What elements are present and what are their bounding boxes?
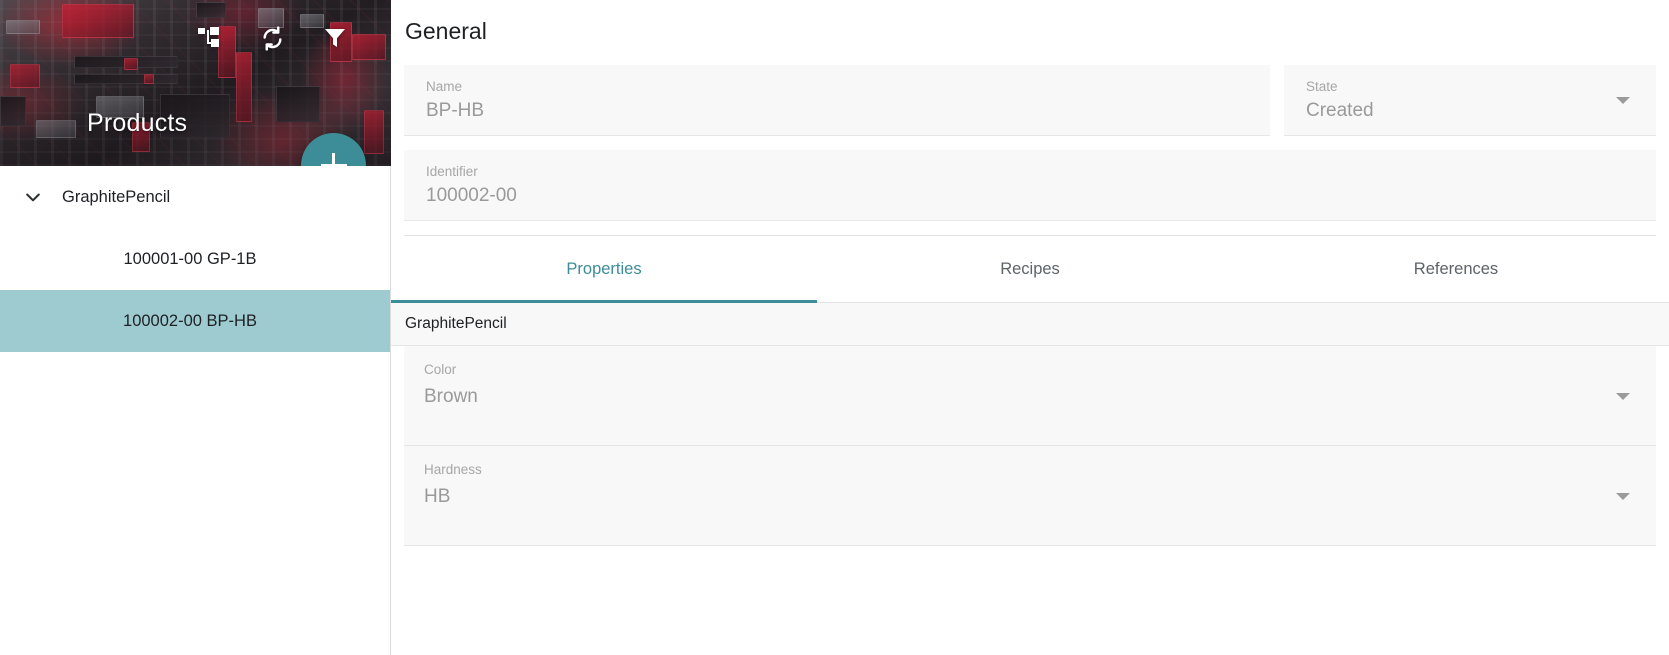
tab-recipes[interactable]: Recipes [817,236,1243,302]
tab-properties[interactable]: Properties [391,236,817,303]
detail-tabs: Properties Recipes References [391,236,1669,303]
hierarchy-icon[interactable] [196,25,222,51]
form-row-name-state: Name BP-HB State Created [404,65,1656,136]
general-form: Name BP-HB State Created Identifier 1000… [391,45,1669,236]
tab-label: Recipes [1000,259,1060,278]
chevron-down-icon[interactable] [1616,392,1630,400]
main-panel: General Name BP-HB State Created Identif… [391,0,1669,655]
tab-label: References [1413,259,1499,278]
state-select-value: Created [1306,99,1374,121]
identifier-field-label: Identifier [426,164,478,179]
chevron-down-icon[interactable] [1616,492,1630,500]
tree-group-label: GraphitePencil [62,187,171,206]
sidebar-header: Products [0,0,391,166]
chevron-down-icon[interactable] [1616,97,1630,104]
filter-icon[interactable] [322,25,348,51]
chevron-down-icon[interactable] [22,186,44,208]
color-select-value: Brown [424,386,478,407]
color-select-label: Color [424,362,457,377]
hardness-select-value: HB [424,486,451,507]
name-field[interactable]: Name BP-HB [404,65,1270,136]
tree-item-100001-00-gp-1b[interactable]: 100001-00 GP-1B [0,228,390,290]
state-select-label: State [1306,79,1338,94]
refresh-icon[interactable] [259,25,285,51]
tab-label: Properties [566,259,642,278]
product-tree: GraphitePencil 100001-00 GP-1B 100002-00… [0,166,390,352]
color-select[interactable]: Color Brown [404,346,1656,446]
identifier-field-value: 100002-00 [426,184,517,206]
state-select[interactable]: State Created [1284,65,1656,136]
name-field-value: BP-HB [426,99,485,121]
identifier-field[interactable]: Identifier 100002-00 [404,150,1656,221]
sidebar: Products GraphitePencil 100001-00 GP-1B … [0,0,391,655]
tab-references[interactable]: References [1243,236,1669,302]
tree-item-100002-00-bp-hb[interactable]: 100002-00 BP-HB [0,290,390,352]
tree-group-graphitepencil[interactable]: GraphitePencil [0,166,390,228]
tree-item-label: 100001-00 GP-1B [123,249,257,268]
plus-icon [320,152,347,166]
hardness-select[interactable]: Hardness HB [404,446,1656,546]
tree-item-label: 100002-00 BP-HB [123,311,257,330]
properties-group-header: GraphitePencil [391,303,1669,346]
hardness-select-label: Hardness [424,462,482,477]
form-row-identifier: Identifier 100002-00 [404,150,1656,221]
sidebar-header-toolbar [196,25,348,51]
page-title: Products [87,109,188,137]
section-title-general: General [405,18,487,44]
name-field-label: Name [426,79,463,94]
app-root: Products GraphitePencil 100001-00 GP-1B … [0,0,1669,655]
